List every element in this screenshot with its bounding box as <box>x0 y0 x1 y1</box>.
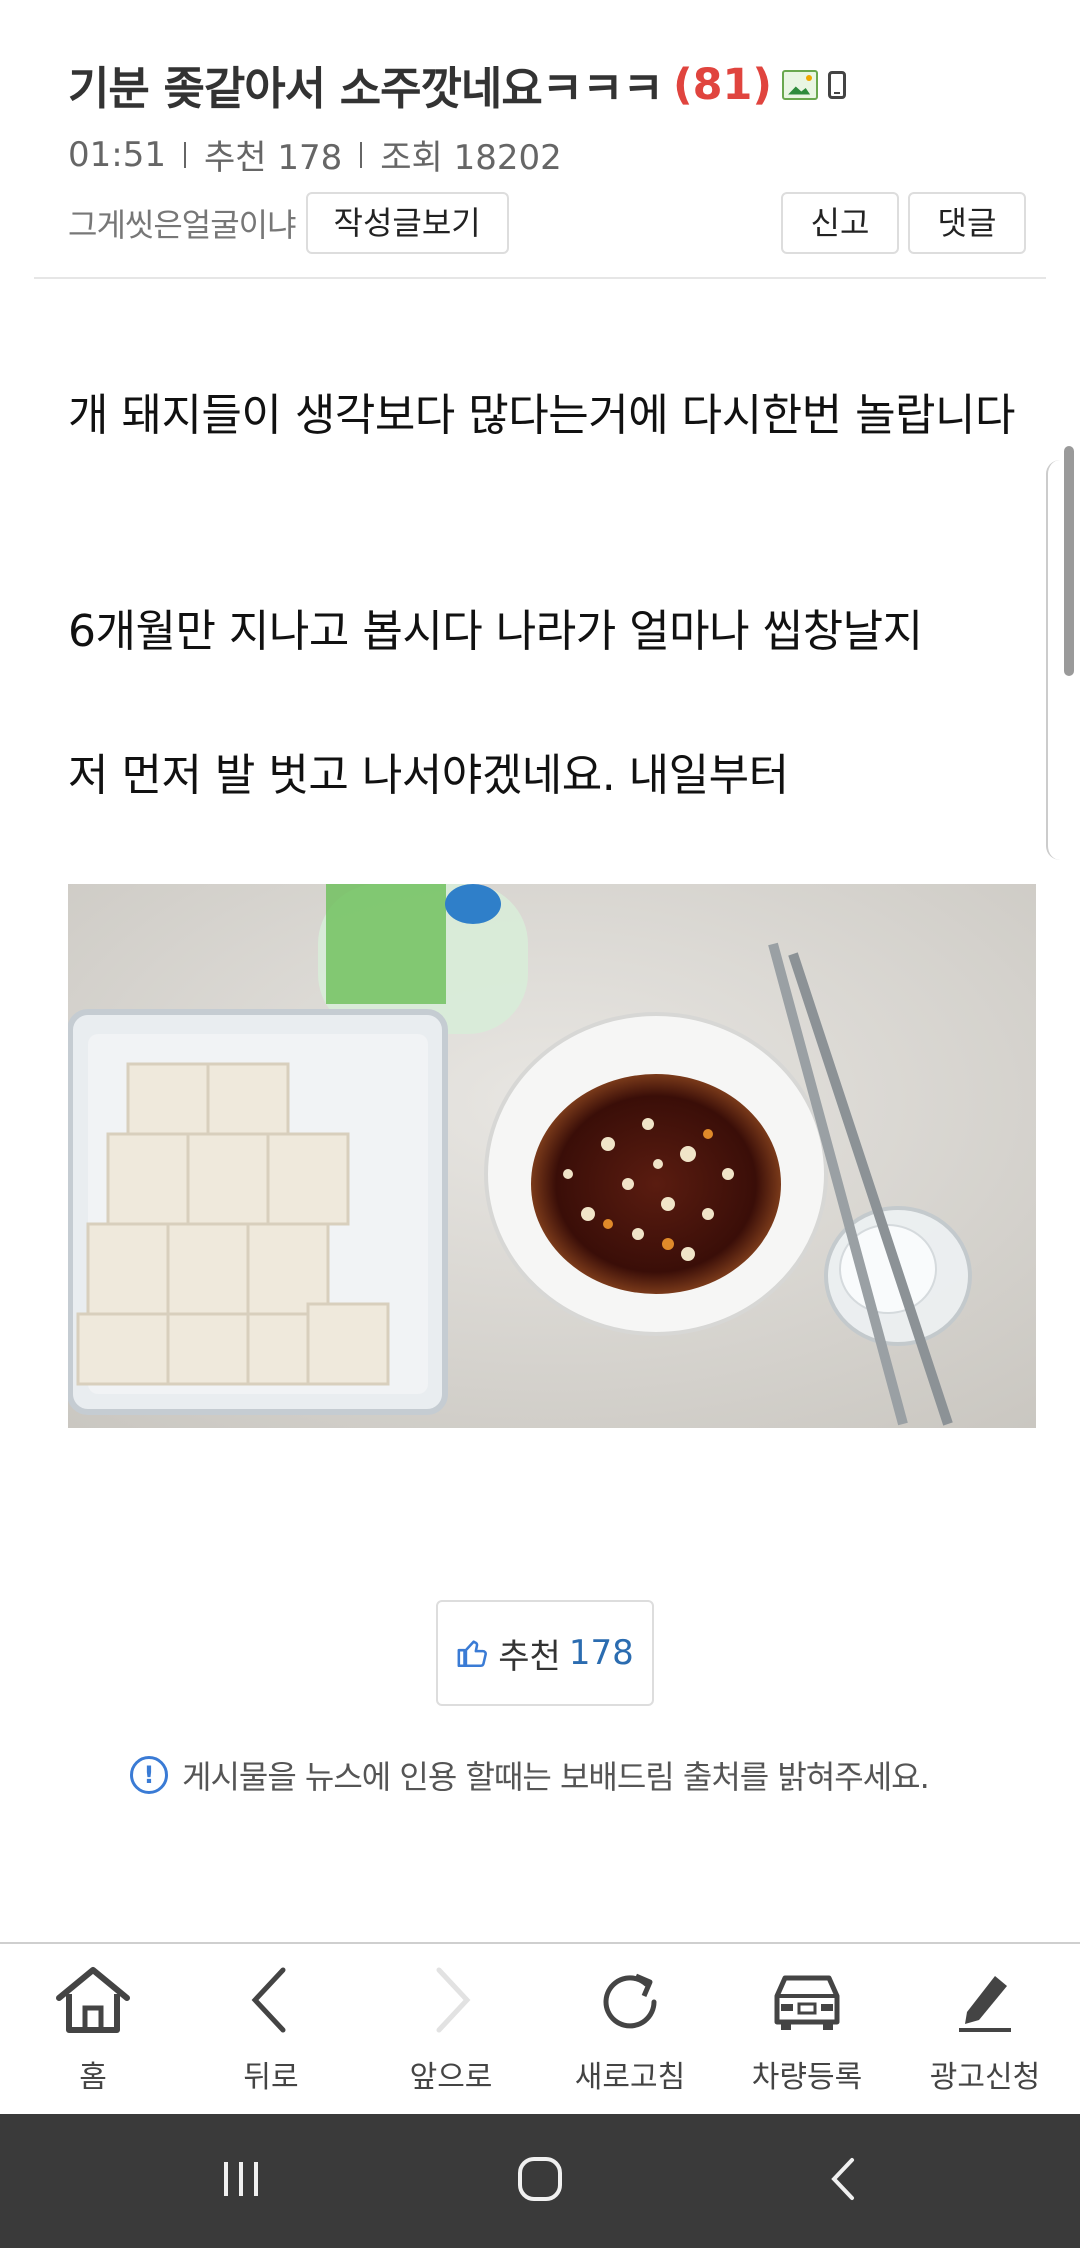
nav-car-register[interactable]: 차량등록 <box>722 1944 892 2114</box>
comment-count[interactable]: (81) <box>673 60 772 110</box>
comment-button[interactable]: 댓글 <box>908 192 1026 254</box>
nav-back-label: 뒤로 <box>243 2060 299 2095</box>
home-system-icon[interactable] <box>515 2154 565 2204</box>
nav-home-label: 홈 <box>79 2060 107 2095</box>
notice-text: 게시물을 뉴스에 인용 할때는 보배드림 출처를 밝혀주세요. <box>182 1758 930 1796</box>
post-photo-tofu-and-soju[interactable] <box>68 884 1036 1428</box>
author-name[interactable]: 그게씻은얼굴이냐 <box>68 200 297 246</box>
header-divider <box>34 277 1046 279</box>
post-meta: 01:51 추천 178 조회 18202 <box>68 130 562 179</box>
thumbs-up-icon <box>457 1640 488 1668</box>
image-attached-icon <box>782 69 819 100</box>
post-time: 01:51 <box>68 134 166 175</box>
recent-apps-icon[interactable] <box>216 2154 266 2204</box>
nav-refresh-label: 새로고침 <box>574 2060 686 2095</box>
meta-divider <box>183 141 186 168</box>
post-recommend-count: 추천 178 <box>203 138 343 178</box>
recommend-button[interactable]: 추천 178 <box>436 1600 654 1706</box>
refresh-icon <box>603 1973 657 2029</box>
home-icon <box>56 1967 130 2033</box>
back-system-icon[interactable] <box>820 2154 870 2204</box>
nav-refresh[interactable]: 새로고침 <box>545 1944 715 2114</box>
bottom-nav: 홈 뒤로 앞으로 새로고침 차량등록 광고신청 <box>0 1944 1080 2114</box>
scrollbar-thumb[interactable] <box>1064 446 1074 676</box>
recommend-count: 178 <box>568 1633 634 1673</box>
post-page: 기분 좆같아서 소주깟네요ㅋㅋㅋ (81) 01:51 추천 178 조회 18… <box>0 0 1080 2248</box>
post-title-row: 기분 좆같아서 소주깟네요ㅋㅋㅋ (81) <box>68 52 847 117</box>
nav-home[interactable]: 홈 <box>8 1944 178 2114</box>
report-button[interactable]: 신고 <box>781 192 899 254</box>
pen-icon <box>959 1976 1011 2032</box>
back-icon <box>251 1967 286 2033</box>
post-title: 기분 좆같아서 소주깟네요ㅋㅋㅋ <box>68 62 664 115</box>
recommend-label: 추천 <box>498 1636 561 1677</box>
info-icon: ! <box>130 1756 168 1794</box>
meta-divider <box>360 141 363 168</box>
post-body-paragraph: 개 돼지들이 생각보다 많다는거에 다시한번 놀랍니다 <box>68 390 1016 441</box>
car-icon <box>774 1975 840 2030</box>
nav-forward-label: 앞으로 <box>409 2060 493 2095</box>
post-body-paragraph: 6개월만 지나고 봅시다 나라가 얼마나 씹창날지 <box>68 606 923 657</box>
nav-car-register-label: 차량등록 <box>751 2060 863 2095</box>
post-body-paragraph: 저 먼저 발 벗고 나서야겠네요. 내일부터 <box>68 750 789 801</box>
nav-forward[interactable]: 앞으로 <box>366 1944 536 2114</box>
system-navigation-bar <box>0 2114 1080 2248</box>
nav-ad-apply[interactable]: 광고신청 <box>900 1944 1070 2114</box>
nav-back[interactable]: 뒤로 <box>186 1944 356 2114</box>
mobile-post-icon <box>828 70 847 99</box>
nav-ad-apply-label: 광고신청 <box>929 2060 1041 2095</box>
citation-notice: ! 게시물을 뉴스에 인용 할때는 보배드림 출처를 밝혀주세요. <box>130 1752 930 1798</box>
view-author-posts-button[interactable]: 작성글보기 <box>305 192 509 254</box>
forward-icon <box>436 1967 471 2033</box>
author-row: 그게씻은얼굴이냐 작성글보기 <box>68 192 509 254</box>
post-view-count: 조회 18202 <box>380 138 562 178</box>
